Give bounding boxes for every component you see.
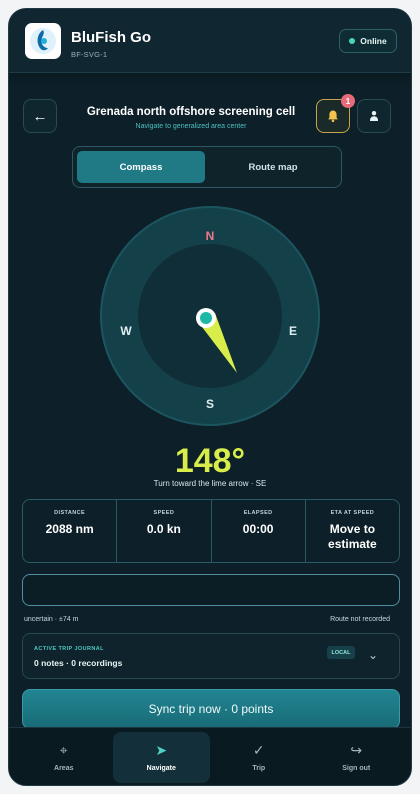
journal-summary: 0 notes · 0 recordings [34,658,123,668]
header-divider [9,73,411,85]
route-status: Route not recorded [330,616,390,623]
stat-eta: ETA AT SPEED Move to estimate [306,500,399,562]
nav-navigate[interactable]: ➤ Navigate [112,732,210,783]
gps-accuracy: uncertain · ±74 m [24,616,79,623]
tab-route-map[interactable]: Route map [209,151,337,183]
stat-value: Move to estimate [328,522,377,551]
bell-icon [328,110,338,123]
tab-compass[interactable]: Compass [77,151,205,183]
page-title: Grenada north offshore screening cell [86,106,296,118]
stat-value: 2088 nm [45,522,94,536]
bottom-nav: ⌖ Areas ➤ Navigate ✓ Trip ↪ Sign out [9,727,411,785]
heading-readout: 148° [174,442,246,480]
arrow-left-icon: ← [32,107,48,125]
notification-count-badge: 1 [341,94,355,108]
online-status-badge[interactable]: Online [339,29,397,53]
compass-label-n: N [206,229,215,243]
nav-label: Sign out [342,765,371,772]
notifications-button[interactable]: 1 [316,94,355,133]
check-icon: ✓ [252,742,265,758]
heading-hint: Turn toward the lime arrow · SE [153,479,267,488]
back-button[interactable]: ← [23,99,57,133]
trip-journal-panel[interactable]: ACTIVE TRIP JOURNAL 0 notes · 0 recordin… [22,633,400,679]
app-header: BluFish Go BF-SVG-1 Online [9,9,411,73]
nav-label: Areas [54,765,74,772]
device-id: BF-SVG-1 [71,50,108,59]
stat-distance: DISTANCE 2088 nm [23,500,118,562]
app-frame: BluFish Go BF-SVG-1 Online ← Grenada nor… [8,8,412,786]
person-icon [370,111,378,121]
stat-label: ETA AT SPEED [330,510,375,516]
stat-elapsed: ELAPSED 00:00 [212,500,306,562]
compass-label-w: W [120,324,132,338]
local-badge: LOCAL [327,646,355,659]
status-dot-icon [349,38,356,44]
stat-label: SPEED [153,510,175,516]
view-toggle: Compass Route map [72,146,342,188]
stat-value: 0.0 kn [146,522,181,536]
nav-areas[interactable]: ⌖ Areas [15,732,113,783]
page-subtitle: Navigate to generalized area center [135,123,247,130]
app-name: BluFish Go [71,29,151,46]
trip-stats: DISTANCE 2088 nm SPEED 0.0 kn ELAPSED 00… [22,499,400,563]
chevron-down-icon[interactable]: ⌄ [368,648,378,662]
crosshair-icon: ⌖ [59,742,68,758]
nav-trip[interactable]: ✓ Trip [210,732,308,783]
stat-value: 00:00 [242,522,274,536]
sign-out-icon: ↪ [350,742,363,758]
compass-label-s: S [206,397,214,411]
nav-sign-out[interactable]: ↪ Sign out [308,732,406,783]
stat-label: ELAPSED [243,510,273,516]
nav-label: Trip [252,765,266,772]
status-label: Online [360,36,387,46]
navigate-arrow-icon: ➤ [155,742,168,758]
journal-label: ACTIVE TRIP JOURNAL [34,646,104,652]
compass-dial: N E S W [100,206,320,426]
app-logo [25,23,61,59]
route-progress-box [22,574,400,606]
stat-label: DISTANCE [54,510,86,516]
stat-speed: SPEED 0.0 kn [117,500,212,562]
profile-button[interactable] [357,99,391,133]
nav-label: Navigate [146,765,176,772]
sync-trip-button[interactable]: Sync trip now · 0 points [22,689,400,729]
compass-label-e: E [289,324,297,338]
